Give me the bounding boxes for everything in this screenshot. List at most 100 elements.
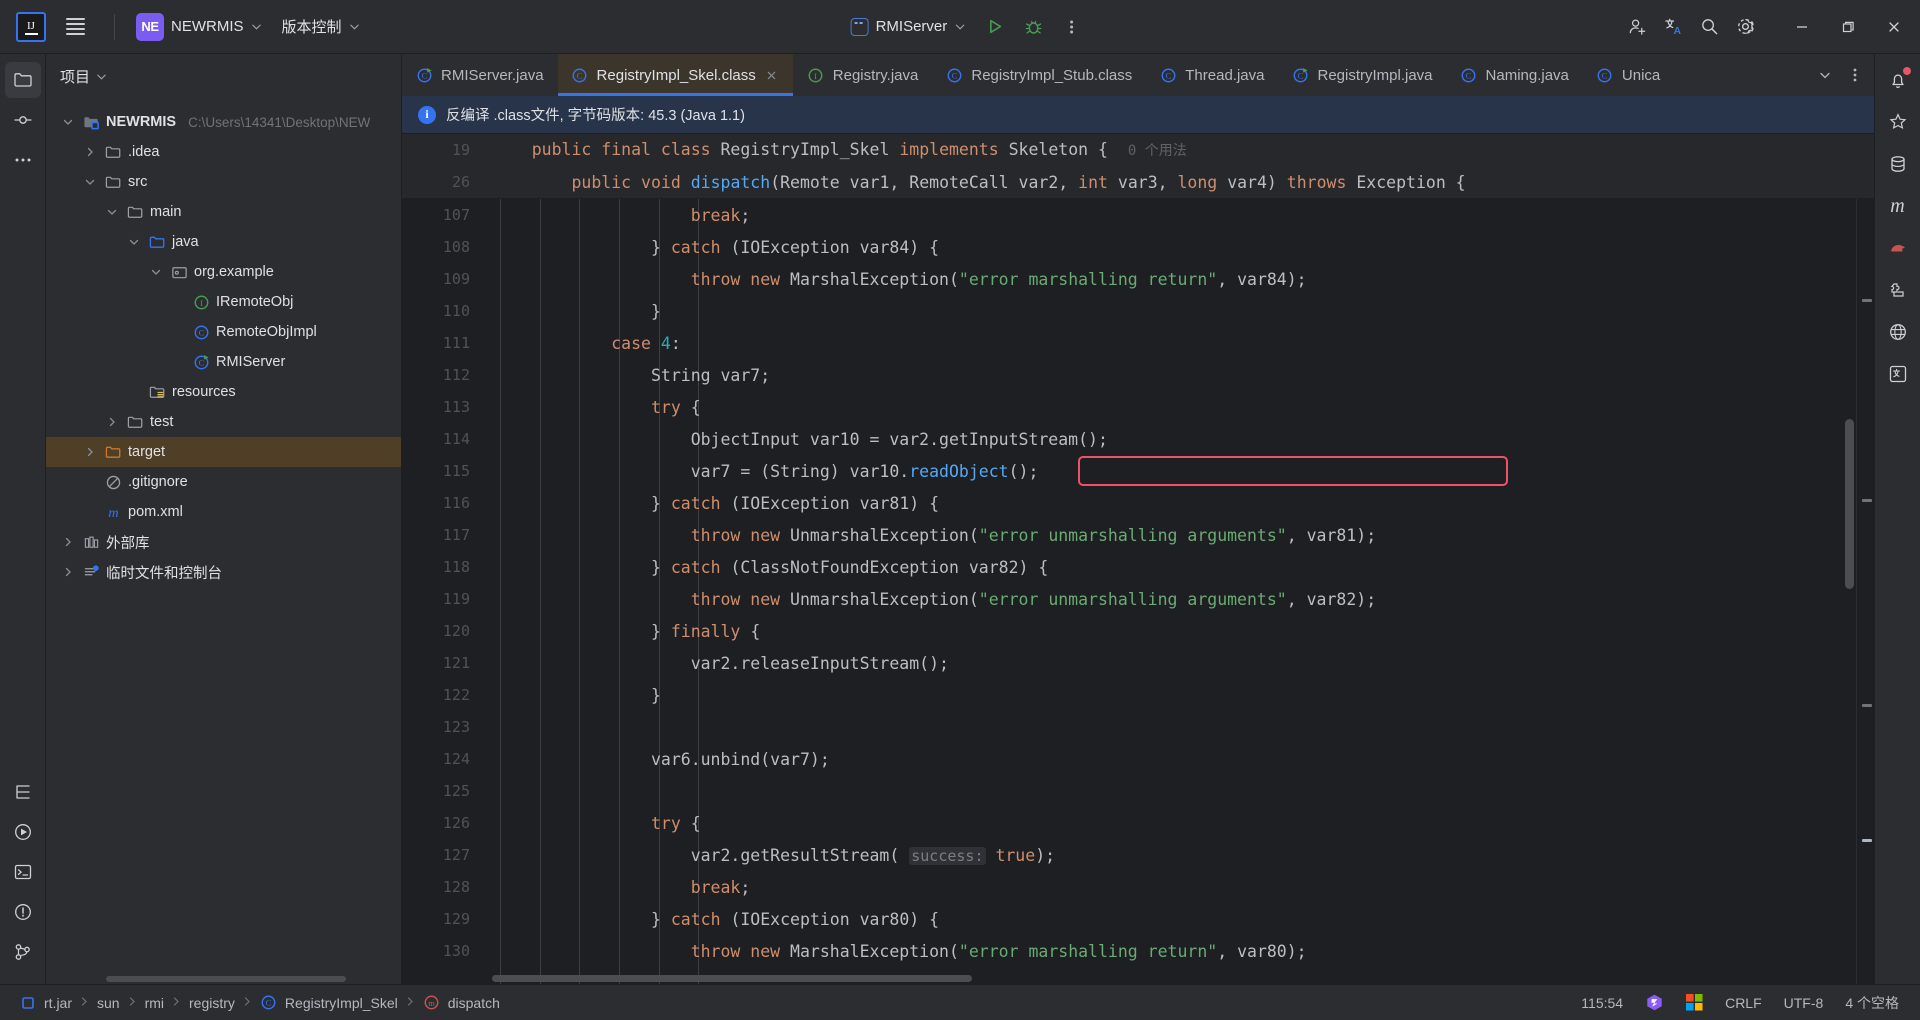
editor-horizontal-scrollbar[interactable] <box>492 975 972 982</box>
project-tree[interactable]: NEWRMIS C:\Users\14341\Desktop\NEW .idea sr… <box>46 98 401 984</box>
line-number[interactable]: 122 <box>402 686 484 704</box>
vcs-selector[interactable]: 版本控制 <box>273 11 369 42</box>
code-line[interactable]: 111 case 4: <box>402 327 1856 359</box>
gear-icon[interactable] <box>1728 10 1762 44</box>
line-number[interactable]: 111 <box>402 334 484 352</box>
code-text[interactable]: var2.getResultStream( success: true); <box>484 846 1856 865</box>
tree-node-src[interactable]: src <box>46 167 401 197</box>
commit-tool-icon[interactable] <box>5 102 41 138</box>
code-line[interactable]: 115 var7 = (String) var10.readObject(); <box>402 455 1856 487</box>
code-line[interactable]: 112 String var7; <box>402 359 1856 391</box>
close-icon[interactable] <box>1872 8 1916 46</box>
breadcrumb-item-registryimpl_skel[interactable]: C RegistryImpl_Skel <box>253 991 405 1015</box>
git-tool-icon[interactable] <box>5 934 41 970</box>
code-text[interactable]: throw new MarshalException("error marsha… <box>484 270 1856 289</box>
tree-node-target[interactable]: target <box>46 437 401 467</box>
line-number[interactable]: 107 <box>402 206 484 224</box>
editor-vertical-scrollbar[interactable] <box>1845 419 1854 589</box>
notifications-icon[interactable] <box>1880 62 1916 98</box>
run-tool-icon[interactable] <box>5 814 41 850</box>
tree-node-rmiserver[interactable]: C RMIServer <box>46 347 401 377</box>
breadcrumb-item-rmi[interactable]: rmi <box>138 992 171 1014</box>
editor-tab-registryjava[interactable]: I Registry.java <box>794 54 933 96</box>
code-line[interactable]: 107 break; <box>402 199 1856 231</box>
debug-button[interactable] <box>1016 10 1050 44</box>
code-text[interactable]: var6.unbind(var7); <box>484 750 1856 769</box>
chevron-right-icon[interactable] <box>104 414 120 430</box>
web-icon[interactable] <box>1880 314 1916 350</box>
plugins-icon[interactable] <box>1880 272 1916 308</box>
restore-icon[interactable] <box>1826 8 1870 46</box>
code-text[interactable]: ObjectInput var10 = var2.getInputStream(… <box>484 430 1856 449</box>
chevron-down-icon[interactable] <box>126 234 142 250</box>
code-line[interactable]: 118 } catch (ClassNotFoundException var8… <box>402 551 1856 583</box>
code-viewport[interactable]: 107 break; 108 } catch (IOException var84… <box>402 199 1856 984</box>
file-encoding[interactable]: UTF-8 <box>1775 991 1833 1015</box>
code-line[interactable]: 109 throw new MarshalException("error ma… <box>402 263 1856 295</box>
code-editor[interactable]: 107 break; 108 } catch (IOException var84… <box>402 199 1874 984</box>
gradle-icon[interactable] <box>1880 230 1916 266</box>
database-icon[interactable] <box>1880 146 1916 182</box>
run-configuration-selector[interactable]: RMIServer <box>842 13 975 41</box>
tree-node-remoteobjimpl[interactable]: C RemoteObjImpl <box>46 317 401 347</box>
code-text[interactable]: try { <box>484 398 1856 417</box>
tree-node-[interactable]: 临时文件和控制台 <box>46 557 401 587</box>
tab-list-chevron-icon[interactable] <box>1810 58 1840 92</box>
code-text[interactable]: var7 = (String) var10.readObject(); <box>484 462 1856 481</box>
chevron-right-icon[interactable] <box>60 564 76 580</box>
structure-tool-icon[interactable] <box>5 774 41 810</box>
code-line[interactable]: 120 } finally { <box>402 615 1856 647</box>
tree-node-.gitignore[interactable]: .gitignore <box>46 467 401 497</box>
tree-node-resources[interactable]: resources <box>46 377 401 407</box>
chevron-down-icon[interactable] <box>60 114 76 130</box>
tab-more-options-icon[interactable] <box>1840 58 1870 92</box>
line-number[interactable]: 130 <box>402 942 484 960</box>
translate-icon[interactable]: A <box>1656 10 1690 44</box>
tree-node-org.example[interactable]: org.example <box>46 257 401 287</box>
editor-tab-threadjava[interactable]: C Thread.java <box>1146 54 1279 96</box>
editor-marker-bar[interactable] <box>1856 199 1874 984</box>
project-panel-hscrollbar[interactable] <box>106 976 346 982</box>
ide-logo-icon[interactable] <box>1636 989 1673 1016</box>
code-line[interactable]: 114 ObjectInput var10 = var2.getInputStr… <box>402 423 1856 455</box>
code-line[interactable]: 125 <box>402 775 1856 807</box>
editor-tab-unica[interactable]: C Unica <box>1583 54 1675 96</box>
more-tool-icon[interactable] <box>5 142 41 178</box>
line-number[interactable]: 110 <box>402 302 484 320</box>
project-tool-icon[interactable] <box>4 62 41 98</box>
breadcrumb-item-sun[interactable]: sun <box>90 992 127 1014</box>
code-text[interactable]: case 4: <box>484 334 1856 353</box>
chevron-right-icon[interactable] <box>60 534 76 550</box>
code-text[interactable]: } <box>484 302 1856 321</box>
code-text[interactable]: } catch (ClassNotFoundException var82) { <box>484 558 1856 577</box>
code-line[interactable]: 110 } <box>402 295 1856 327</box>
editor-tab-registryimpl_skelclass[interactable]: C RegistryImpl_Skel.class <box>557 54 794 96</box>
line-separator[interactable]: CRLF <box>1716 991 1771 1015</box>
line-number[interactable]: 118 <box>402 558 484 576</box>
translation-icon[interactable] <box>1880 356 1916 392</box>
line-number[interactable]: 121 <box>402 654 484 672</box>
code-line[interactable]: 119 throw new UnmarshalException("error … <box>402 583 1856 615</box>
line-number[interactable]: 114 <box>402 430 484 448</box>
code-line[interactable]: 126 try { <box>402 807 1856 839</box>
tree-node-newrmis[interactable]: NEWRMIS C:\Users\14341\Desktop\NEW <box>46 107 401 137</box>
chevron-right-icon[interactable] <box>82 444 98 460</box>
code-line[interactable]: 127 var2.getResultStream( success: true)… <box>402 839 1856 871</box>
line-number[interactable]: 109 <box>402 270 484 288</box>
editor-tab-namingjava[interactable]: C Naming.java <box>1447 54 1583 96</box>
code-text[interactable]: var2.releaseInputStream(); <box>484 654 1856 673</box>
tree-node-main[interactable]: main <box>46 197 401 227</box>
project-panel-header[interactable]: 项目 <box>46 54 401 98</box>
code-text[interactable]: } <box>484 686 1856 705</box>
code-line[interactable]: 117 throw new UnmarshalException("error … <box>402 519 1856 551</box>
run-button[interactable] <box>978 10 1012 44</box>
terminal-tool-icon[interactable] <box>5 854 41 890</box>
code-text[interactable]: throw new UnmarshalException("error unma… <box>484 590 1856 609</box>
windows-icon[interactable] <box>1677 990 1712 1015</box>
maven-icon[interactable]: m <box>1880 188 1916 224</box>
chevron-right-icon[interactable] <box>82 144 98 160</box>
line-number[interactable]: 126 <box>402 814 484 832</box>
close-tab-icon[interactable] <box>764 67 780 83</box>
editor-tab-rmiserverjava[interactable]: C RMIServer.java <box>402 54 558 96</box>
line-number[interactable]: 123 <box>402 718 484 736</box>
